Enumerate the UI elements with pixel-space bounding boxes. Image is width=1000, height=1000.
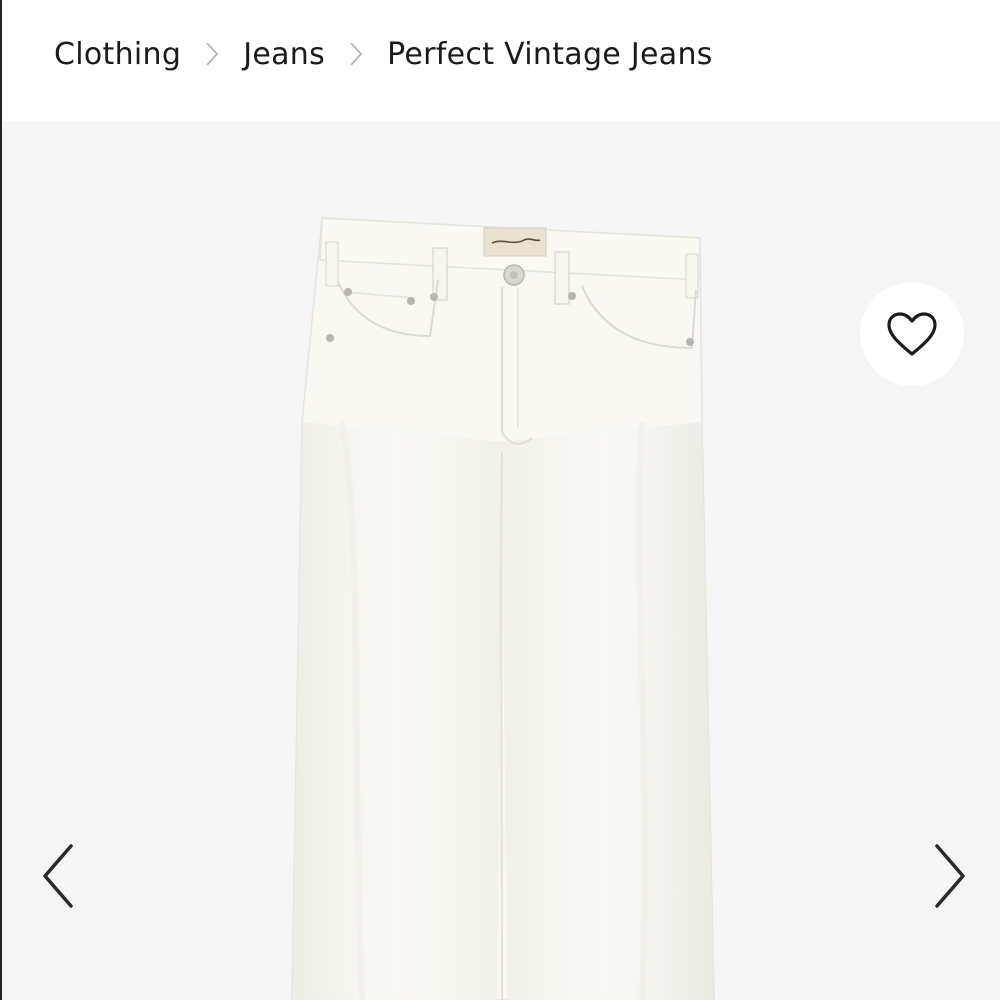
breadcrumb-jeans[interactable]: Jeans — [243, 37, 325, 72]
chevron-right-icon — [181, 30, 243, 78]
breadcrumb: Clothing Jeans Perfect Vintage Jeans — [54, 30, 713, 78]
chevron-right-icon — [935, 844, 965, 908]
favorite-button[interactable] — [860, 282, 964, 386]
breadcrumb-clothing[interactable]: Clothing — [54, 37, 181, 72]
next-image-button[interactable] — [920, 840, 980, 912]
product-image-gallery — [2, 122, 1000, 1000]
previous-image-button[interactable] — [28, 840, 88, 912]
chevron-left-icon — [43, 844, 73, 908]
breadcrumb-current-product: Perfect Vintage Jeans — [387, 36, 713, 72]
product-page: Clothing Jeans Perfect Vintage Jeans — [0, 0, 1000, 1000]
product-image — [291, 217, 715, 1000]
heart-icon — [887, 312, 937, 356]
chevron-right-icon — [325, 30, 387, 78]
